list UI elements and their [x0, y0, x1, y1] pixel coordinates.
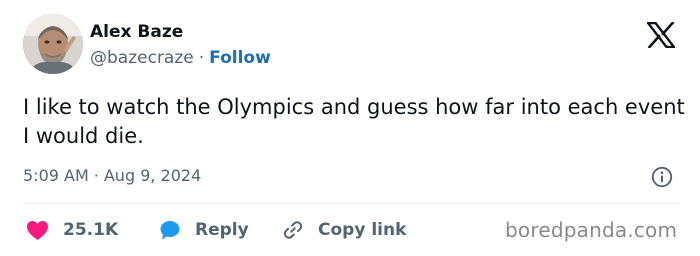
tweet-timestamp[interactable]: 5:09 AM · Aug 9, 2024	[23, 166, 201, 185]
like-count: 25.1K	[63, 220, 119, 240]
divider	[23, 203, 679, 204]
follow-button[interactable]: Follow	[209, 48, 271, 68]
reply-bubble-icon	[159, 219, 181, 241]
copy-link-button[interactable]: Copy link	[282, 218, 406, 242]
avatar[interactable]	[23, 14, 83, 74]
tweet-time: 5:09 AM	[23, 166, 89, 185]
timestamp-separator: ·	[93, 166, 99, 185]
reply-button[interactable]: Reply	[159, 218, 249, 242]
tweet-embed-card: Alex Baze @bazecraze · Follow I like to wa…	[0, 0, 700, 256]
like-button[interactable]: 25.1K	[26, 218, 118, 242]
author-handle[interactable]: @bazecraze	[90, 48, 194, 68]
x-logo-icon[interactable]	[645, 21, 677, 49]
avatar-photo	[23, 14, 83, 74]
tweet-date: Aug 9, 2024	[103, 166, 202, 185]
heart-icon	[26, 220, 49, 241]
author-handle-row: @bazecraze · Follow	[90, 48, 271, 68]
reply-label: Reply	[195, 220, 249, 240]
link-icon	[282, 219, 304, 241]
handle-separator: ·	[198, 48, 205, 68]
author-name[interactable]: Alex Baze	[90, 22, 183, 42]
copy-link-label: Copy link	[318, 220, 407, 240]
watermark: boredpanda.com	[505, 218, 678, 242]
tweet-text: I like to watch the Olympics and guess h…	[23, 95, 685, 148]
info-icon[interactable]	[651, 166, 673, 188]
